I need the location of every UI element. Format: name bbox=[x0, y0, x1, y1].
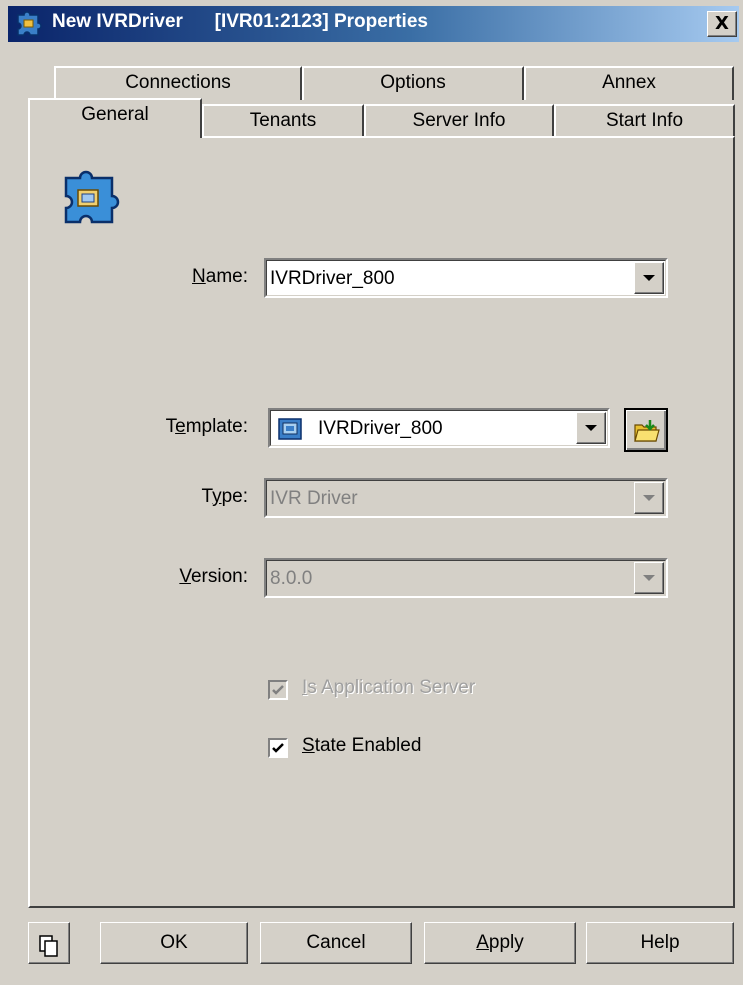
type-label: Type: bbox=[201, 486, 248, 507]
tab-label: Start Info bbox=[605, 110, 684, 131]
tab-options[interactable]: Options bbox=[302, 66, 524, 100]
tab-connections[interactable]: Connections bbox=[54, 66, 302, 100]
name-label: Name: bbox=[192, 266, 248, 287]
template-label: Template: bbox=[165, 416, 248, 437]
name-combo[interactable]: IVRDriver_800 bbox=[264, 258, 668, 298]
title-bar[interactable]: New IVRDriver [IVR01:2123] Properties X bbox=[8, 6, 739, 42]
tab-start-info[interactable]: Start Info bbox=[554, 104, 735, 138]
tab-label: Connections bbox=[125, 72, 231, 93]
tab-general[interactable]: General bbox=[28, 98, 202, 138]
apply-label: Apply bbox=[476, 932, 524, 953]
copy-button[interactable] bbox=[28, 922, 70, 964]
template-browse-button[interactable] bbox=[624, 408, 668, 452]
tab-label: Options bbox=[380, 72, 446, 93]
apply-button[interactable]: Apply bbox=[424, 922, 576, 964]
name-value: IVRDriver_800 bbox=[270, 268, 395, 289]
ivr-driver-large-icon bbox=[58, 166, 122, 236]
state-enabled-checkbox[interactable] bbox=[268, 738, 288, 758]
state-enabled-label: State Enabled bbox=[302, 735, 422, 756]
folder-open-icon bbox=[634, 418, 660, 458]
name-dropdown-button[interactable] bbox=[634, 262, 664, 294]
version-value: 8.0.0 bbox=[270, 568, 313, 589]
cancel-label: Cancel bbox=[306, 932, 366, 953]
ivr-driver-icon bbox=[14, 9, 44, 39]
window-title: New IVRDriver [IVR01:2123] Properties bbox=[52, 11, 428, 32]
properties-dialog: New IVRDriver [IVR01:2123] Properties X … bbox=[0, 0, 743, 985]
general-tab-panel: Name: IVRDriver_800 Template: IVRDriver_… bbox=[28, 136, 735, 908]
copy-icon bbox=[39, 932, 59, 972]
close-button[interactable]: X bbox=[707, 11, 737, 37]
tab-tenants[interactable]: Tenants bbox=[202, 104, 364, 138]
help-button[interactable]: Help bbox=[586, 922, 734, 964]
version-label: Version: bbox=[179, 566, 248, 587]
close-icon: X bbox=[715, 13, 729, 34]
tab-label: Annex bbox=[602, 72, 656, 93]
ok-label: OK bbox=[160, 932, 188, 953]
ok-button[interactable]: OK bbox=[100, 922, 248, 964]
version-combo[interactable]: 8.0.0 bbox=[264, 558, 668, 598]
tab-label: General bbox=[81, 104, 149, 125]
template-dropdown-button[interactable] bbox=[576, 412, 606, 444]
tab-label: Tenants bbox=[249, 110, 317, 131]
version-dropdown-button[interactable] bbox=[634, 562, 664, 594]
is-application-server-checkbox[interactable] bbox=[268, 680, 288, 700]
template-icon bbox=[278, 417, 302, 447]
cancel-button[interactable]: Cancel bbox=[260, 922, 412, 964]
type-value: IVR Driver bbox=[270, 488, 358, 509]
type-combo[interactable]: IVR Driver bbox=[264, 478, 668, 518]
tab-annex[interactable]: Annex bbox=[524, 66, 734, 100]
type-dropdown-button[interactable] bbox=[634, 482, 664, 514]
tab-server-info[interactable]: Server Info bbox=[364, 104, 554, 138]
template-combo[interactable]: IVRDriver_800 bbox=[268, 408, 610, 448]
checkmark-icon bbox=[272, 685, 284, 695]
is-application-server-label: Is Application Server bbox=[302, 677, 476, 698]
help-label: Help bbox=[640, 932, 680, 953]
tab-label: Server Info bbox=[412, 110, 506, 131]
template-value: IVRDriver_800 bbox=[318, 418, 443, 439]
checkmark-icon bbox=[272, 743, 284, 753]
